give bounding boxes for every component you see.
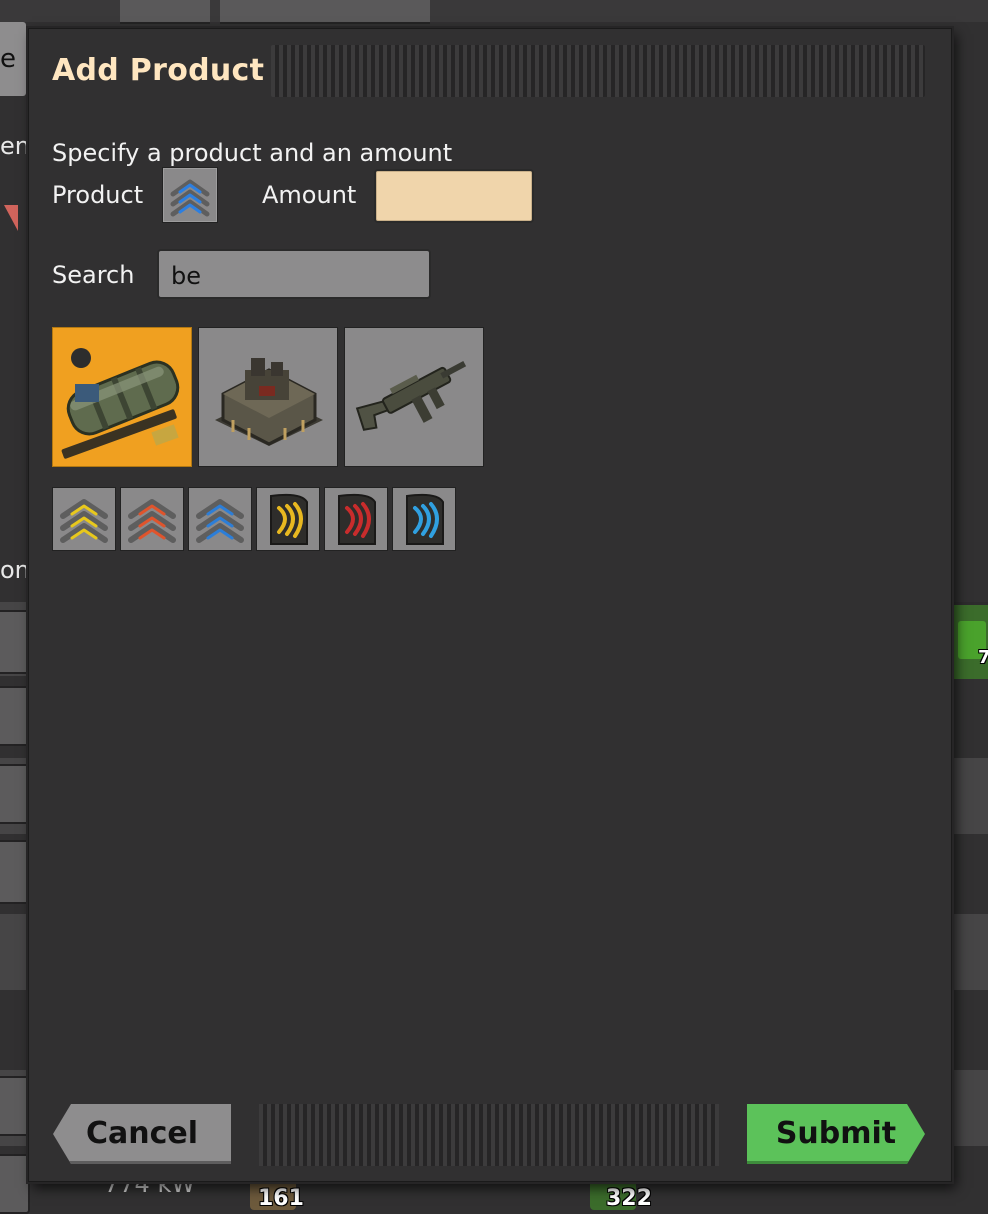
result-slot-assembler[interactable]	[198, 327, 338, 467]
dialog-title: Add Product	[52, 53, 265, 88]
add-product-dialog: Add Product Specify a product and an amo…	[28, 28, 952, 1182]
result-slot-express-transport-belt[interactable]	[188, 487, 252, 551]
item-count: 322	[606, 1186, 652, 1211]
fast-transport-belt-icon	[128, 499, 176, 543]
underground-belt-icon	[270, 493, 308, 545]
transport-belt-icon	[60, 499, 108, 543]
submit-button[interactable]: Submit	[747, 1104, 925, 1164]
product-label: Product	[52, 181, 144, 209]
submachine-gun-icon	[355, 361, 467, 431]
search-input[interactable]: be	[157, 249, 431, 299]
background-slot	[0, 1154, 30, 1214]
search-label: Search	[52, 261, 135, 289]
background-slot	[0, 686, 30, 746]
background-tab	[220, 0, 430, 24]
background-circuit-slot: 7	[950, 602, 988, 679]
product-selector-button[interactable]	[162, 167, 218, 223]
background-tab	[120, 0, 210, 24]
amount-field[interactable]	[374, 169, 534, 223]
fast-underground-belt-icon	[338, 493, 376, 545]
result-slot-underground-belt[interactable]	[256, 487, 320, 551]
result-slot-express-underground-belt[interactable]	[392, 487, 456, 551]
item-count: 161	[258, 1186, 304, 1211]
background-label: en	[0, 132, 30, 160]
background-left-button: e	[0, 22, 26, 96]
assembler-machine-icon	[215, 358, 323, 446]
background-slot	[0, 764, 30, 824]
result-slot-transport-belt[interactable]	[52, 487, 116, 551]
amount-label: Amount	[262, 181, 357, 209]
cancel-button[interactable]: Cancel	[53, 1104, 231, 1164]
result-slot-locomotive[interactable]	[52, 327, 192, 467]
dialog-subtitle: Specify a product and an amount	[52, 139, 453, 167]
background-marker	[4, 205, 18, 231]
background-slot	[0, 610, 30, 674]
locomotive-icon	[61, 348, 180, 459]
dialog-drag-handle[interactable]	[271, 45, 925, 97]
transport-belt-icon	[170, 179, 210, 217]
footer-drag-filler	[259, 1104, 719, 1166]
background-slot	[0, 1076, 30, 1136]
express-transport-belt-icon	[196, 499, 244, 543]
express-underground-belt-icon	[406, 493, 444, 545]
result-slot-fast-underground-belt[interactable]	[324, 487, 388, 551]
result-slot-submachine-gun[interactable]	[344, 327, 484, 467]
background-slot	[0, 840, 30, 904]
result-slot-fast-transport-belt[interactable]	[120, 487, 184, 551]
